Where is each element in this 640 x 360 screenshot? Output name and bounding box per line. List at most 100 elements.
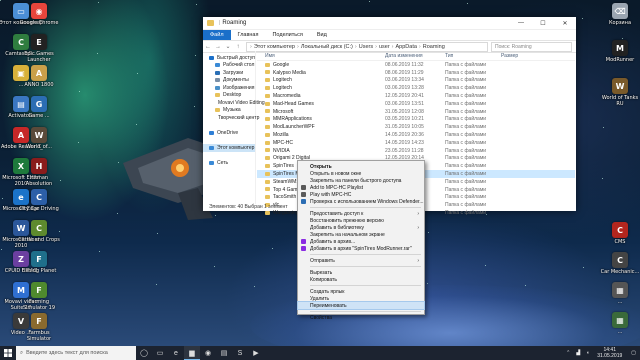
desktop-icon[interactable]: M ModRunner: [598, 40, 640, 63]
desktop-icon[interactable]: H Hitman Absolution: [17, 158, 61, 187]
up-arrow-icon[interactable]: ↑: [233, 44, 243, 50]
menu-item[interactable]: Восстановить прежнюю версию: [298, 217, 424, 224]
desktop-icon[interactable]: W World_of...: [17, 127, 61, 150]
tab-share[interactable]: Поделиться: [265, 32, 309, 38]
menu-item[interactable]: Добавить в архив "SpinTires ModRunner.ra…: [298, 245, 424, 252]
desktop-icon[interactable]: C Cattle and Crops: [17, 220, 61, 243]
taskbar-app-icon[interactable]: ▆: [184, 346, 200, 360]
desktop-icon[interactable]: ▦...: [598, 282, 640, 305]
table-row[interactable]: Logitech 03.06.2019 13:34 Папка с файлами: [257, 77, 575, 85]
search-input[interactable]: Поиск: Roaming: [491, 41, 572, 52]
menu-item[interactable]: Отправить ›: [298, 257, 424, 264]
table-row[interactable]: MPC-HC 14.05.2019 14:23 Папка с файлами: [257, 139, 575, 147]
menu-item[interactable]: Вырезать: [298, 269, 424, 276]
taskbar-app-icon[interactable]: ▤: [216, 346, 232, 360]
column-date[interactable]: Дата изменения: [385, 53, 445, 59]
taskbar-app-icon[interactable]: ▭: [152, 346, 168, 360]
breadcrumb-item[interactable]: AppData: [396, 44, 417, 50]
taskbar-search-input[interactable]: ⌕ Введите здесь текст для поиска: [16, 346, 136, 360]
start-button[interactable]: [0, 346, 16, 360]
nav-item[interactable]: Документы: [203, 77, 255, 85]
nav-item[interactable]: Сеть: [203, 159, 255, 167]
desktop-icon[interactable]: C Car Mechanic...: [598, 252, 640, 275]
taskbar-app-icon[interactable]: ◉: [200, 346, 216, 360]
minimize-button[interactable]: —: [510, 17, 532, 29]
menu-item[interactable]: Открыть: [298, 163, 424, 170]
chevron-up-icon[interactable]: ⌃: [566, 350, 570, 356]
menu-item[interactable]: Add to MPC-HC Playlist: [298, 184, 424, 191]
tab-file[interactable]: Файл: [203, 30, 231, 40]
menu-item[interactable]: Предоставить доступ к ›: [298, 210, 424, 217]
back-arrow-icon[interactable]: ←: [203, 44, 213, 50]
taskbar-app-icon[interactable]: ▶: [248, 346, 264, 360]
desktop-icon[interactable]: ◉ Google Chrome: [17, 3, 61, 26]
table-row[interactable]: Macromedia 12.05.2019 20:41 Папка с файлам…: [257, 92, 575, 100]
table-row[interactable]: Mozilla 14.05.2019 20:36 Папка с файлами: [257, 131, 575, 139]
desktop-icon[interactable]: F Farmbus Simulator: [17, 313, 61, 342]
taskbar-app-icon[interactable]: ◯: [136, 346, 152, 360]
breadcrumb-item[interactable]: Users: [359, 44, 373, 50]
menu-item[interactable]: Переименовать: [297, 301, 425, 310]
nav-item[interactable]: Desktop: [203, 92, 255, 100]
table-row[interactable]: Mad-Head Games 03.06.2019 13:51 Папка с фа…: [257, 100, 575, 108]
clock[interactable]: 14:41 31.05.2019: [592, 347, 627, 359]
table-row[interactable]: Google 08.06.2019 11:32 Папка с файлами: [257, 61, 575, 69]
table-row[interactable]: ModLauncherWPF 31.05.2019 10:05 Папка с фа…: [257, 123, 575, 131]
network-icon[interactable]: ▟: [576, 350, 580, 356]
desktop-icon[interactable]: G Game ...: [17, 96, 61, 119]
nav-item[interactable]: Movavi Video Editing: [203, 99, 265, 107]
nav-item[interactable]: Изображения: [203, 84, 255, 92]
nav-item[interactable]: Музыка: [203, 107, 255, 115]
table-row[interactable]: Logitech 03.06.2019 13:28 Папка с файлами: [257, 84, 575, 92]
desktop-icon[interactable]: ▦...: [598, 312, 640, 335]
menu-item[interactable]: Открыть в новом окне: [298, 170, 424, 177]
column-size[interactable]: Размер: [501, 53, 541, 59]
address-bar[interactable]: › Этот компьютер › Локальный диск (C:) › User…: [246, 41, 488, 52]
maximize-button[interactable]: ☐: [532, 17, 554, 29]
desktop-icon[interactable]: E Epic Games Launcher: [17, 34, 61, 63]
desktop-icon[interactable]: C CMS: [598, 222, 640, 245]
menu-item[interactable]: Play with MPC-HC: [298, 191, 424, 198]
column-type[interactable]: Тип: [445, 53, 501, 59]
nav-item[interactable]: Творческий центр: [203, 114, 259, 122]
tab-home[interactable]: Главная: [231, 32, 266, 38]
breadcrumb-item[interactable]: Roaming: [423, 44, 445, 50]
table-row[interactable]: MMRApplications 03.05.2019 10:21 Папка с ф…: [257, 116, 575, 124]
desktop-icon[interactable]: F Farming Simulator 19: [17, 282, 61, 311]
title-bar[interactable]: | Roaming — ☐ ✕: [203, 17, 576, 30]
table-row[interactable]: Kalypso Media 08.06.2019 11:29 Папка с фай…: [257, 69, 575, 77]
nav-item[interactable]: Загрузки: [203, 69, 255, 77]
menu-item[interactable]: Свойства: [298, 314, 424, 321]
nav-item[interactable]: Этот компьютер: [203, 144, 255, 152]
breadcrumb-item[interactable]: user: [379, 44, 390, 50]
nav-item[interactable]: Быстрый доступ: [203, 54, 255, 62]
table-row[interactable]: NVIDIA 23.05.2019 11:28 Папка с файлами: [257, 147, 575, 155]
desktop-icon[interactable]: W World of Tanks RU: [598, 78, 640, 107]
menu-item[interactable]: Создать ярлык: [298, 288, 424, 295]
volume-icon[interactable]: ◖: [586, 350, 589, 356]
menu-item[interactable]: Проверка с использованием Windows Defend…: [298, 198, 424, 205]
close-button[interactable]: ✕: [554, 17, 576, 29]
nav-item[interactable]: OneDrive: [203, 129, 255, 137]
menu-item[interactable]: Копировать: [298, 276, 424, 283]
menu-item[interactable]: Удалить: [298, 295, 424, 302]
nav-item[interactable]: Рабочий стол: [203, 62, 255, 70]
menu-item[interactable]: Добавить в библиотеку ›: [298, 224, 424, 231]
desktop-icon[interactable]: C City Car Driving: [17, 189, 61, 212]
desktop-icon[interactable]: A ANNO 1800: [17, 65, 61, 88]
menu-item[interactable]: Добавить в архив...: [298, 238, 424, 245]
chevron-down-icon[interactable]: ⌄: [223, 43, 233, 50]
menu-item[interactable]: Закрепить на панели быстрого доступа: [298, 177, 424, 184]
table-row[interactable]: Microsoft 31.05.2019 12:08 Папка с файлами: [257, 108, 575, 116]
desktop-icon[interactable]: ⌫ Корзина: [598, 3, 640, 26]
forward-arrow-icon[interactable]: →: [213, 44, 223, 50]
breadcrumb-item[interactable]: Локальный диск (C:): [301, 44, 353, 50]
taskbar-app-icon[interactable]: e: [168, 346, 184, 360]
taskbar-app-icon[interactable]: S: [232, 346, 248, 360]
notifications-icon[interactable]: ▢: [631, 350, 636, 356]
tab-view[interactable]: Вид: [310, 32, 334, 38]
desktop-icon[interactable]: F Fishing Planet: [17, 251, 61, 274]
breadcrumb-item[interactable]: Этот компьютер: [254, 44, 295, 50]
menu-item[interactable]: Закрепить на начальном экране: [298, 231, 424, 238]
column-name[interactable]: Имя: [257, 53, 385, 59]
